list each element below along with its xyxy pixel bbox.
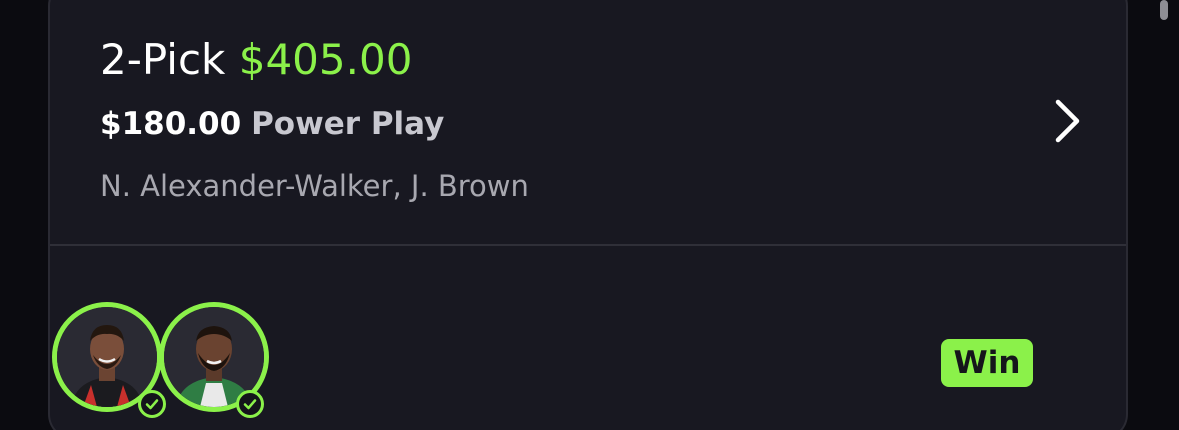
players-list: N. Alexander-Walker, J. Brown [100,169,529,203]
result-badge: Win [941,339,1033,387]
entry-summary[interactable]: 2-Pick $405.00 $180.00 Power Play N. Ale… [50,0,1126,246]
scrollbar[interactable] [1160,0,1168,20]
stake-amount: $180.00 [100,106,242,142]
entry-title: 2-Pick $405.00 [100,34,412,86]
check-icon [236,390,264,418]
page: 2-Pick $405.00 $180.00 Power Play N. Ale… [0,0,1179,430]
chevron-right-icon[interactable] [1052,98,1082,144]
play-type: Power Play [251,106,445,142]
payout-amount: $405.00 [238,35,413,84]
stake-line: $180.00 Power Play [100,104,444,144]
pick-count: 2-Pick [100,35,226,84]
divider [50,244,1126,246]
check-icon [138,390,166,418]
